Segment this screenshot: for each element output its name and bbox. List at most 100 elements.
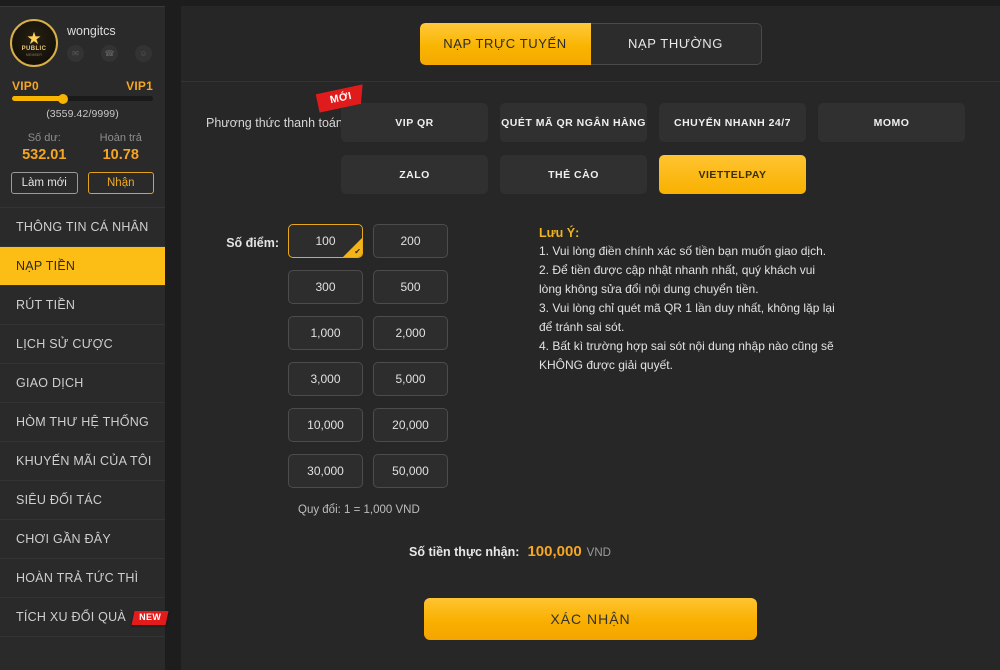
- deposit-tabs-bar: NẠP TRỰC TUYẾN NẠP THƯỜNG: [181, 6, 1000, 82]
- sidebar-item-0[interactable]: THÔNG TIN CÁ NHÂN: [0, 208, 165, 247]
- sidebar-item-label: SIÊU ĐỐI TÁC: [16, 493, 103, 507]
- sidebar: ★ PUBLIC MEMBER wongitcs ✉ ☎ ☺ VIP0 VIP1: [0, 6, 169, 670]
- sidebar-item-5[interactable]: HÒM THƯ HỆ THỐNG: [0, 403, 165, 442]
- payment-method-label: CHUYỂN NHANH 24/7: [673, 116, 792, 129]
- payment-method-4[interactable]: ZALO: [341, 155, 488, 194]
- confirm-button[interactable]: XÁC NHẬN: [424, 598, 757, 640]
- vip-progress-fill: [12, 96, 63, 101]
- payment-method-label: MOMO: [873, 116, 910, 129]
- amount-option-10[interactable]: 30,000: [288, 454, 363, 488]
- sidebar-item-label: RÚT TIỀN: [16, 298, 76, 312]
- confirm-wrap: XÁC NHẬN: [181, 598, 1000, 640]
- payment-method-row: Phương thức thanh toán MỚI VIP QR QUÉT MÃ …: [181, 103, 1000, 194]
- payment-method-2[interactable]: CHUYỂN NHANH 24/7: [659, 103, 806, 142]
- profile-details: wongitcs ✉ ☎ ☺: [67, 24, 152, 62]
- sidebar-item-2[interactable]: RÚT TIỀN: [0, 286, 165, 325]
- amount-option-9[interactable]: 20,000: [373, 408, 448, 442]
- sidebar-item-9[interactable]: HOÀN TRẢ TỨC THÌ: [0, 559, 165, 598]
- payment-method-label: QUÉT MÃ QR NGÂN HÀNG: [501, 116, 646, 129]
- sidebar-item-10[interactable]: TÍCH XU ĐỔI QUÀ NEW: [0, 598, 169, 637]
- app-root: ★ PUBLIC MEMBER wongitcs ✉ ☎ ☺ VIP0 VIP1: [0, 0, 1000, 670]
- payment-method-5[interactable]: THẺ CÀO: [500, 155, 647, 194]
- payment-method-1[interactable]: QUÉT MÃ QR NGÂN HÀNG: [500, 103, 647, 142]
- total-amount-row: Số tiền thực nhận: 100,000 VND: [181, 543, 1000, 560]
- headset-icon[interactable]: ☎: [101, 45, 118, 62]
- sidebar-item-label: TÍCH XU ĐỔI QUÀ: [16, 610, 127, 624]
- payment-method-section: Phương thức thanh toán MỚI VIP QR QUÉT MÃ …: [181, 82, 1000, 194]
- note-line-1: 2. Để tiền được cập nhật nhanh nhất, quý…: [539, 263, 816, 296]
- payment-method-6[interactable]: VIETTELPAY: [659, 155, 806, 194]
- avatar-sublabel: MEMBER: [25, 53, 43, 57]
- conversion-rate-text: Quy đổi: 1 = 1,000 VND: [298, 504, 420, 516]
- message-icon[interactable]: ✉: [67, 45, 84, 62]
- amount-option-6[interactable]: 3,000: [288, 362, 363, 396]
- payment-method-label: Phương thức thanh toán: [206, 116, 343, 130]
- amount-option-0[interactable]: 100: [288, 224, 363, 258]
- amount-option-label: 300: [315, 280, 336, 294]
- vip-progress-text: (3559.42/9999): [46, 108, 119, 120]
- tab-nap-thuong[interactable]: NẠP THƯỜNG: [590, 22, 762, 65]
- balance-value: 532.01: [22, 147, 67, 163]
- payment-method-0[interactable]: MỚI VIP QR: [341, 103, 488, 142]
- payment-method-grid: MỚI VIP QR QUÉT MÃ QR NGÂN HÀNG CHUYỂN NHAN…: [341, 103, 984, 194]
- amount-option-label: 500: [400, 280, 421, 294]
- profile-header: ★ PUBLIC MEMBER wongitcs ✉ ☎ ☺: [0, 7, 165, 71]
- balance-block: Số dư: 532.01: [6, 131, 83, 165]
- notes-title: Lưu Ý:: [539, 226, 580, 240]
- sidebar-item-3[interactable]: LỊCH SỬ CƯỢC: [0, 325, 165, 364]
- amount-option-11[interactable]: 50,000: [373, 454, 448, 488]
- vip-next-level: VIP1: [126, 79, 153, 93]
- total-amount-label: Số tiền thực nhận:: [409, 545, 520, 559]
- amount-option-label: 5,000: [395, 372, 426, 386]
- amount-option-8[interactable]: 10,000: [288, 408, 363, 442]
- amount-option-label: 10,000: [307, 418, 344, 432]
- amount-option-label: 1,000: [310, 326, 341, 340]
- sidebar-item-4[interactable]: GIAO DỊCH: [0, 364, 165, 403]
- amount-option-3[interactable]: 500: [373, 270, 448, 304]
- amount-option-1[interactable]: 200: [373, 224, 448, 258]
- user-icon[interactable]: ☺: [135, 45, 152, 62]
- main-panel: NẠP TRỰC TUYẾN NẠP THƯỜNG Phương thức th…: [181, 6, 1000, 670]
- amount-option-label: 30,000: [307, 464, 344, 478]
- amount-option-label: 2,000: [395, 326, 426, 340]
- sidebar-item-label: GIAO DỊCH: [16, 376, 84, 390]
- username: wongitcs: [67, 24, 116, 38]
- amount-option-5[interactable]: 2,000: [373, 316, 448, 350]
- sidebar-item-label: CHƠI GẦN ĐÂY: [16, 532, 111, 546]
- sidebar-menu: THÔNG TIN CÁ NHÂN NẠP TIỀN RÚT TIỀN LỊCH SỬ…: [0, 207, 169, 637]
- avatar[interactable]: ★ PUBLIC MEMBER: [10, 19, 58, 67]
- amount-option-label: 200: [400, 234, 421, 248]
- amount-option-4[interactable]: 1,000: [288, 316, 363, 350]
- note-line-2: 3. Vui lòng chỉ quét mã QR 1 lần duy nhấ…: [539, 301, 835, 334]
- vip-current-level: VIP0: [12, 79, 39, 93]
- payment-method-3[interactable]: MOMO: [818, 103, 965, 142]
- sidebar-item-label: LỊCH SỬ CƯỢC: [16, 337, 113, 351]
- star-icon: ★: [26, 29, 42, 48]
- sidebar-item-6[interactable]: KHUYẾN MÃI CỦA TÔI: [0, 442, 165, 481]
- payment-method-label: VIP QR: [395, 116, 434, 129]
- refresh-balance-button[interactable]: Làm mới: [11, 172, 78, 194]
- vip-progress-bar: [12, 93, 153, 104]
- vip-levels: VIP0 VIP1: [0, 71, 165, 93]
- total-amount-value: 100,000: [527, 543, 582, 560]
- notes-panel: Lưu Ý: 1. Vui lòng điền chính xác số tiề…: [539, 224, 839, 516]
- balance-summary: Số dư: 532.01 Hoàn trả 10.78: [0, 131, 165, 165]
- note-line-3: 4. Bất kì trường hợp sai sót nội dung nh…: [539, 339, 834, 372]
- rebate-label: Hoàn trả: [99, 132, 142, 144]
- sidebar-item-1[interactable]: NẠP TIỀN: [0, 247, 165, 286]
- rebate-block: Hoàn trả 10.78: [83, 131, 160, 165]
- sidebar-item-8[interactable]: CHƠI GẦN ĐÂY: [0, 520, 165, 559]
- claim-rebate-button[interactable]: Nhận: [87, 172, 154, 194]
- sidebar-item-7[interactable]: SIÊU ĐỐI TÁC: [0, 481, 165, 520]
- notes-list: 1. Vui lòng điền chính xác số tiền bạn m…: [539, 242, 839, 375]
- amount-option-label: 100: [315, 234, 336, 248]
- amount-option-2[interactable]: 300: [288, 270, 363, 304]
- deposit-tabs: NẠP TRỰC TUYẾN NẠP THƯỜNG: [419, 22, 762, 65]
- new-ribbon: MỚI: [316, 84, 367, 113]
- sidebar-item-label: THÔNG TIN CÁ NHÂN: [16, 220, 149, 234]
- check-icon: [343, 238, 362, 257]
- vip-progress-knob[interactable]: [57, 93, 68, 104]
- amount-option-7[interactable]: 5,000: [373, 362, 448, 396]
- tab-nap-truc-tuyen[interactable]: NẠP TRỰC TUYẾN: [419, 22, 591, 65]
- amount-section: Số điểm: 100 200 300 500 1,000 2,000 3,000 5,00…: [181, 194, 1000, 516]
